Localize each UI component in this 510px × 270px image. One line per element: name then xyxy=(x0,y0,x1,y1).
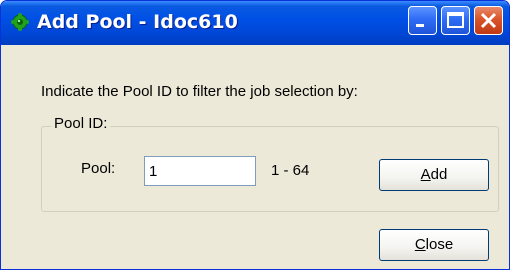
minimize-button[interactable] xyxy=(408,6,437,35)
pool-range-text: 1 - 64 xyxy=(271,162,310,179)
pool-input[interactable] xyxy=(144,156,256,186)
title-bar[interactable]: Add Pool - Idoc610 xyxy=(1,1,509,45)
pool-id-group-label: Pool ID: xyxy=(51,115,111,132)
add-button-label: dd xyxy=(430,166,448,183)
close-icon xyxy=(480,12,497,29)
maximize-button[interactable] xyxy=(441,6,470,35)
minimize-icon xyxy=(416,24,424,27)
maximize-icon xyxy=(447,12,464,28)
instruction-text: Indicate the Pool ID to filter the job s… xyxy=(41,83,358,100)
pool-label: Pool: xyxy=(81,160,116,177)
green-gear-icon xyxy=(11,13,29,31)
add-pool-dialog: Add Pool - Idoc610 Indicate the Pool ID … xyxy=(0,0,510,270)
window-title: Add Pool - Idoc610 xyxy=(37,11,238,33)
close-button[interactable]: Close xyxy=(379,229,489,261)
add-button[interactable]: Add xyxy=(379,159,489,191)
close-window-button[interactable] xyxy=(474,6,503,35)
add-button-mnemonic: A xyxy=(420,166,431,183)
close-button-mnemonic: C xyxy=(414,236,426,253)
close-button-label: lose xyxy=(425,236,454,253)
